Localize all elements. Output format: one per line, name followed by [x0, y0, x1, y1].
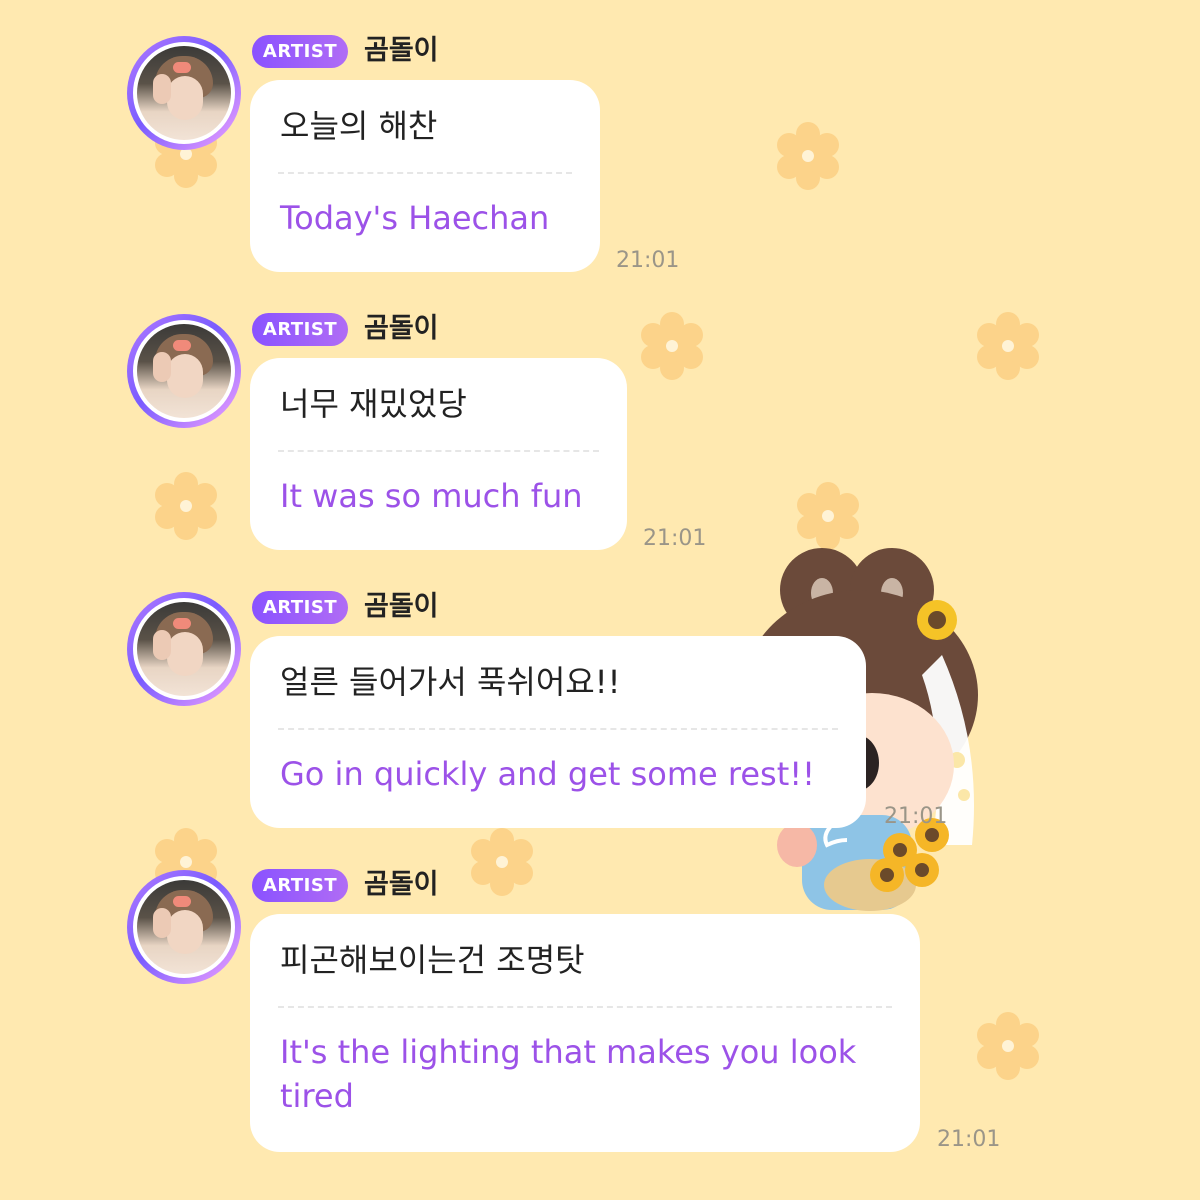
original-text: 오늘의 해찬	[280, 107, 438, 145]
flower-icon	[797, 482, 859, 550]
sender-name: 곰돌이	[364, 313, 439, 344]
flower-icon	[471, 828, 533, 896]
flower-icon	[977, 1012, 1039, 1080]
avatar-photo	[137, 880, 231, 974]
translation-text: It's the lighting that makes you look ti…	[280, 1033, 857, 1115]
avatar[interactable]	[127, 36, 241, 150]
avatar-photo	[137, 324, 231, 418]
message-bubble[interactable]: 오늘의 해찬 Today's Haechan	[250, 80, 600, 272]
message-bubble[interactable]: 얼른 들어가서 푹쉬어요!! Go in quickly and get som…	[250, 636, 866, 828]
avatar[interactable]	[127, 592, 241, 706]
original-text: 얼른 들어가서 푹쉬어요!!	[280, 663, 621, 701]
artist-badge: ARTIST	[252, 869, 348, 902]
timestamp: 21:01	[643, 526, 707, 551]
flower-icon	[977, 312, 1039, 380]
sender-name: 곰돌이	[364, 869, 439, 900]
avatar[interactable]	[127, 870, 241, 984]
timestamp: 21:01	[884, 804, 948, 829]
message-bubble[interactable]: 피곤해보이는건 조명탓 It's the lighting that makes…	[250, 914, 920, 1152]
sender-name: 곰돌이	[364, 591, 439, 622]
artist-badge: ARTIST	[252, 591, 348, 624]
avatar[interactable]	[127, 314, 241, 428]
flower-icon	[777, 122, 839, 190]
avatar-photo	[137, 602, 231, 696]
translation-text: Today's Haechan	[280, 199, 550, 237]
avatar-photo	[137, 46, 231, 140]
flower-icon	[155, 472, 217, 540]
artist-badge: ARTIST	[252, 35, 348, 68]
timestamp: 21:01	[616, 248, 680, 273]
original-text: 너무 재밌었당	[280, 385, 467, 423]
translation-text: Go in quickly and get some rest!!	[280, 755, 815, 793]
sender-name: 곰돌이	[364, 35, 439, 66]
translation-text: It was so much fun	[280, 477, 583, 515]
message-bubble[interactable]: 너무 재밌었당 It was so much fun	[250, 358, 627, 550]
artist-badge: ARTIST	[252, 313, 348, 346]
flower-icon	[641, 312, 703, 380]
original-text: 피곤해보이는건 조명탓	[280, 941, 585, 979]
timestamp: 21:01	[937, 1127, 1001, 1152]
